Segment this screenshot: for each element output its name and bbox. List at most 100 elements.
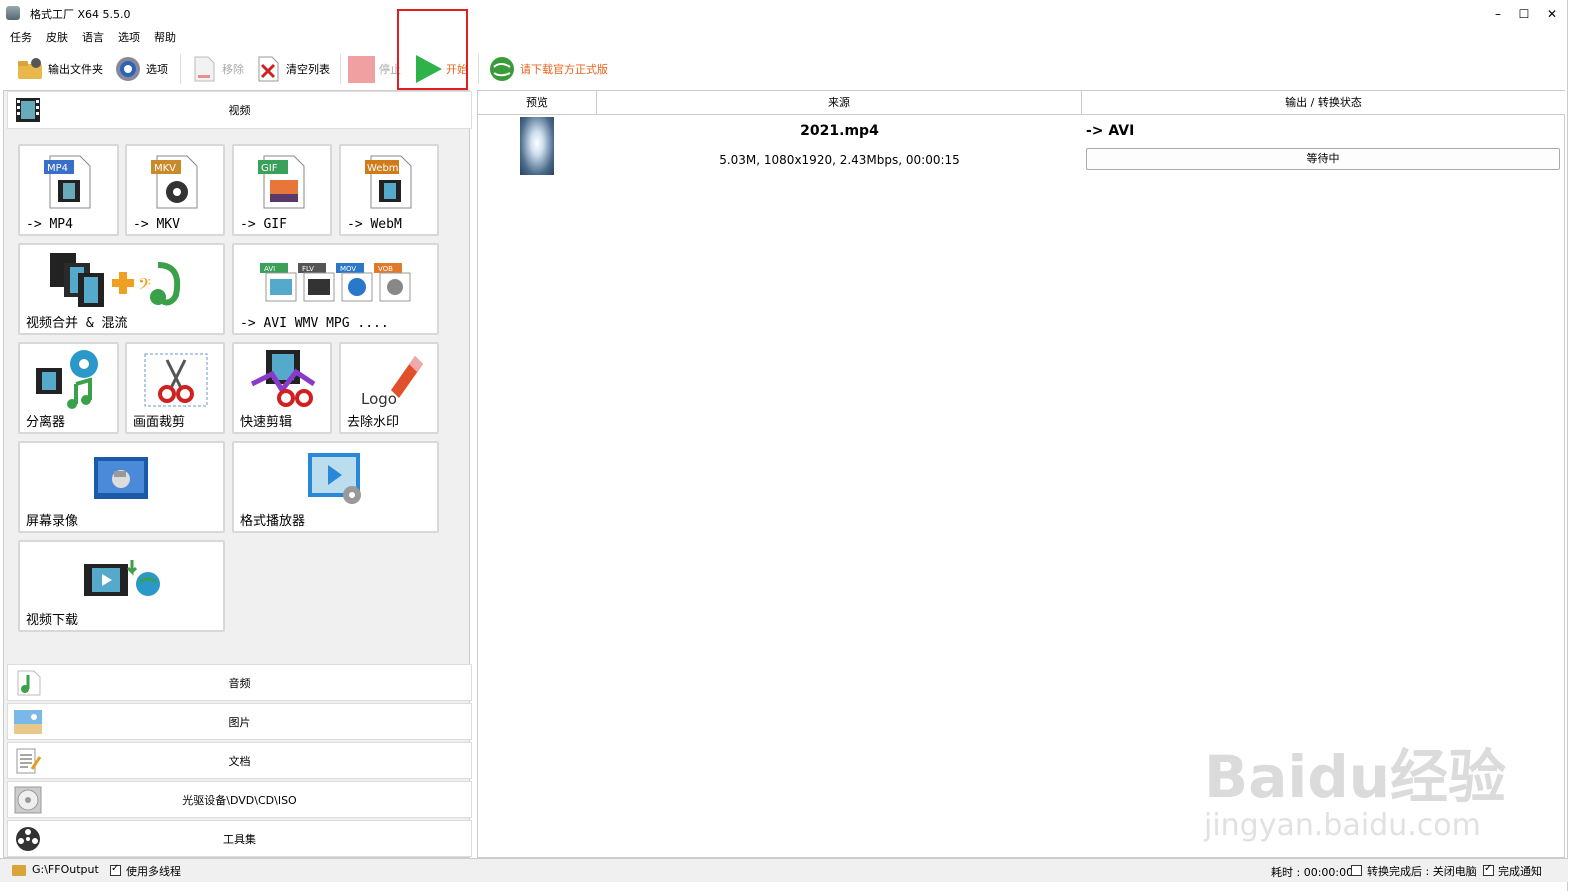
tile-to-mkv-label: -> MKV [133,217,180,232]
tile-splitter[interactable]: 分离器 [18,342,119,434]
image-icon [14,710,42,734]
category-document[interactable]: 文档 [7,742,472,779]
column-header-source[interactable]: 来源 [597,91,1082,115]
webm-file-icon: Webm [365,155,412,209]
film-reel-icon [16,827,40,851]
gif-file-icon: GIF [258,155,305,209]
video-download-icon [84,560,160,596]
stop-icon [348,56,375,83]
tile-remove-watermark-label: 去除水印 [347,415,400,430]
output-folder-button[interactable]: 输出文件夹 [16,50,103,88]
category-tools[interactable]: 工具集 [7,820,472,857]
multi-format-icon: AVI FLV MOV VOB [260,263,411,302]
tile-quick-clip[interactable]: 快速剪辑 [232,342,332,434]
after-done-checkbox[interactable] [1351,865,1362,876]
minimize-button[interactable]: – [1486,4,1510,24]
eraser-icon: Logo [361,356,423,408]
category-audio[interactable]: 音频 [7,664,472,701]
category-video[interactable]: 视频 [7,91,472,129]
avi-badge: AVI [264,265,275,273]
gear-icon [116,57,140,81]
tile-screen-record[interactable]: 屏幕录像 [18,441,225,533]
webm-badge: Webm [367,163,399,174]
output-folder-label: 输出文件夹 [48,63,103,76]
remove-button[interactable]: 移除 [190,50,244,88]
folder-icon [18,58,42,79]
category-panel: 视频 MP4 -> MP4 MKV -> MKV GIF -> GIF Webm… [3,90,472,858]
category-disc-label: 光驱设备\DVD\CD\ISO [182,794,297,807]
music-note-icon [17,670,41,696]
merge-icon: 𝄢 [50,253,181,307]
category-image[interactable]: 图片 [7,703,472,740]
after-done-label: 转换完成后 : 关闭电脑 [1367,865,1477,878]
menu-help[interactable]: 帮助 [154,29,176,45]
watermark-url: jingyan.baidu.com [1204,808,1481,843]
remove-label: 移除 [222,63,244,76]
tile-to-gif-label: -> GIF [240,217,287,232]
menu-options[interactable]: 选项 [118,29,140,45]
source-info: 5.03M, 1080x1920, 2.43Mbps, 00:00:15 [719,153,960,167]
tile-video-download-label: 视频下载 [26,613,79,628]
gif-badge: GIF [261,163,278,174]
tile-video-merge-label: 视频合并 & 混流 [26,316,128,331]
tile-remove-watermark[interactable]: Logo 去除水印 [339,342,439,434]
film-icon [16,98,40,122]
vob-badge: VOB [378,265,393,273]
multithread-checkbox[interactable] [110,863,121,876]
menu-skin[interactable]: 皮肤 [46,29,68,45]
category-document-label: 文档 [228,755,251,768]
tile-player[interactable]: 格式播放器 [232,441,439,533]
mp4-badge: MP4 [47,163,68,174]
output-path[interactable]: G:\FFOutput [32,863,99,876]
screen-record-icon [94,457,148,499]
column-header-preview[interactable]: 预览 [478,91,597,115]
tile-splitter-label: 分离器 [26,415,66,430]
clear-list-icon [258,56,279,82]
options-button[interactable]: 选项 [114,50,168,88]
maximize-button[interactable]: ☐ [1512,4,1536,24]
mkv-badge: MKV [154,163,176,174]
tile-player-label: 格式播放器 [240,514,306,529]
tile-to-gif[interactable]: GIF -> GIF [232,144,332,236]
status-bar: G:\FFOutput 使用多线程 耗时 : 00:00:00 转换完成后 : … [0,858,1568,882]
tile-crop[interactable]: 画面裁剪 [125,342,225,434]
close-button[interactable]: ✕ [1540,4,1564,24]
notify-label: 完成通知 [1498,865,1542,878]
tile-video-download[interactable]: 视频下载 [18,540,225,632]
column-header-output[interactable]: 输出 / 转换状态 [1082,91,1565,115]
tile-to-mp4[interactable]: MP4 -> MP4 [18,144,119,236]
category-disc[interactable]: 光驱设备\DVD\CD\ISO [7,781,472,818]
tile-to-mkv[interactable]: MKV -> MKV [125,144,225,236]
flv-badge: FLV [302,265,314,273]
tile-to-other-formats-label: -> AVI WMV MPG .... [240,316,389,331]
category-video-label: 视频 [228,104,251,117]
clear-list-label: 清空列表 [286,63,330,76]
category-image-label: 图片 [228,716,251,729]
splitter-icon [36,350,98,409]
notify-checkbox[interactable] [1483,863,1494,876]
category-tools-label: 工具集 [223,833,256,846]
window-title: 格式工厂 X64 5.5.0 [30,8,131,21]
tile-to-webm-label: -> WebM [347,217,402,232]
multithread-label: 使用多线程 [126,865,181,878]
mov-badge: MOV [340,265,356,273]
category-audio-label: 音频 [228,677,251,690]
download-official-link[interactable]: 请下载官方正式版 [488,50,608,88]
app-icon [6,6,20,20]
logo-text: Logo [361,390,397,408]
folder-icon [12,865,26,876]
tile-to-mp4-label: -> MP4 [26,217,73,232]
tile-to-other-formats[interactable]: AVI FLV MOV VOB -> AVI WMV MPG .... [232,243,439,335]
tile-crop-label: 画面裁剪 [133,415,186,430]
menu-task[interactable]: 任务 [10,29,32,45]
tile-quick-clip-label: 快速剪辑 [240,415,293,430]
clear-list-button[interactable]: 清空列表 [254,50,330,88]
tile-video-merge[interactable]: 𝄢 视频合并 & 混流 [18,243,225,335]
tile-screen-record-label: 屏幕录像 [26,514,79,529]
menu-language[interactable]: 语言 [82,29,104,45]
table-row[interactable]: 2021.mp4 5.03M, 1080x1920, 2.43Mbps, 00:… [478,116,1565,178]
tile-to-webm[interactable]: Webm -> WebM [339,144,439,236]
conversion-status: 等待中 [1086,148,1560,170]
disc-icon [14,786,42,814]
stop-button[interactable]: 停止 [347,50,401,88]
